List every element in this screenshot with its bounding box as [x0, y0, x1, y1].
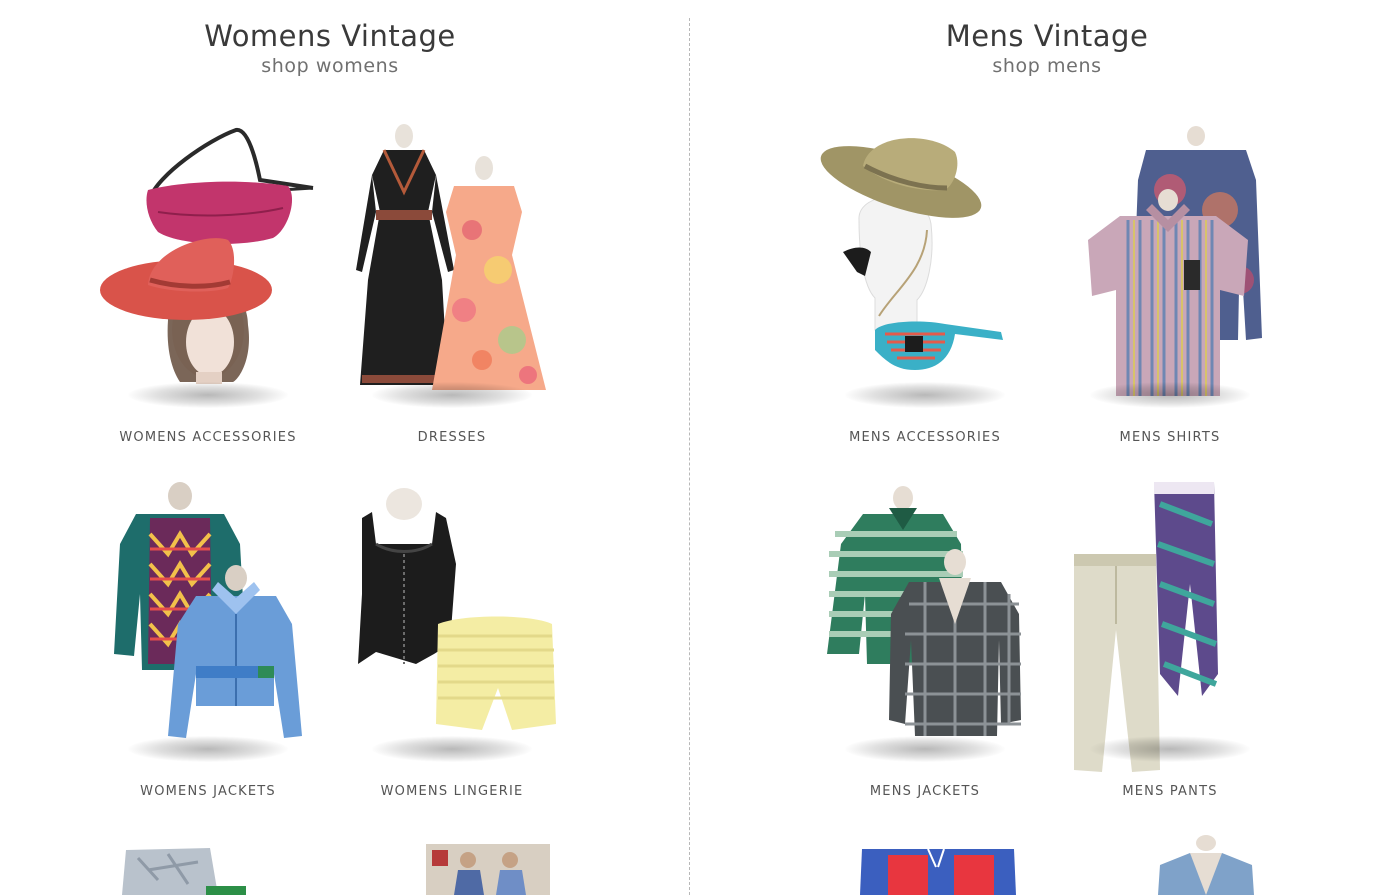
womens-column: Womens Vintage shop womens WOMENS ACCESS… [0, 0, 689, 895]
product-shadow [845, 736, 1005, 762]
product-shadow [128, 382, 288, 408]
womens-shorts-image [122, 848, 246, 895]
category-label[interactable]: DRESSES [332, 430, 572, 445]
category-label[interactable]: WOMENS JACKETS [88, 784, 328, 799]
mens-shirts-image [1088, 126, 1262, 396]
category-label[interactable]: WOMENS LINGERIE [332, 784, 572, 799]
womens-accessories-image [100, 128, 314, 384]
womens-lingerie-image [358, 488, 556, 730]
category-label[interactable]: WOMENS ACCESSORIES [88, 430, 328, 445]
womens-jackets-image [114, 482, 302, 738]
mens-column: Mens Vintage shop mens MENS ACCESSORIES … [700, 0, 1398, 895]
mens-accessories-image [820, 138, 1003, 370]
mens-jackets-image [827, 486, 1021, 736]
sewing-patterns-image [426, 844, 550, 895]
category-page: Womens Vintage shop womens WOMENS ACCESS… [0, 0, 1398, 895]
category-card-dresses[interactable]: DRESSES [332, 120, 572, 460]
product-shadow [372, 736, 532, 762]
category-label[interactable]: MENS ACCESSORIES [805, 430, 1045, 445]
womens-title: Womens Vintage [204, 19, 456, 53]
womens-heading: Womens Vintage shop womens [0, 18, 660, 77]
product-shadow [1090, 382, 1250, 408]
category-card-mens-accessories[interactable]: MENS ACCESSORIES [805, 120, 1045, 460]
product-shadow [372, 382, 532, 408]
column-divider [689, 18, 690, 895]
mens-vest-image [1158, 835, 1254, 895]
dresses-image [356, 124, 546, 390]
mens-heading: Mens Vintage shop mens [700, 18, 1394, 77]
category-card-mens-shirts[interactable]: MENS SHIRTS [1050, 120, 1290, 460]
product-shadow [845, 382, 1005, 408]
category-label[interactable]: MENS JACKETS [805, 784, 1045, 799]
shop-mens-link[interactable]: shop mens [700, 55, 1394, 77]
category-card-womens-jackets[interactable]: WOMENS JACKETS [88, 474, 328, 814]
product-shadow [128, 736, 288, 762]
product-shadow [1090, 736, 1250, 762]
category-card-womens-accessories[interactable]: WOMENS ACCESSORIES [88, 120, 328, 460]
category-label[interactable]: MENS PANTS [1050, 784, 1290, 799]
mens-shorts-image [860, 848, 1016, 895]
category-card-womens-lingerie[interactable]: WOMENS LINGERIE [332, 474, 572, 814]
category-label[interactable]: MENS SHIRTS [1050, 430, 1290, 445]
category-card-mens-pants[interactable]: MENS PANTS [1050, 474, 1290, 814]
shop-womens-link[interactable]: shop womens [0, 55, 660, 77]
category-card-mens-jackets[interactable]: MENS JACKETS [805, 474, 1045, 814]
mens-title: Mens Vintage [945, 19, 1149, 53]
mens-pants-image [1074, 482, 1218, 772]
